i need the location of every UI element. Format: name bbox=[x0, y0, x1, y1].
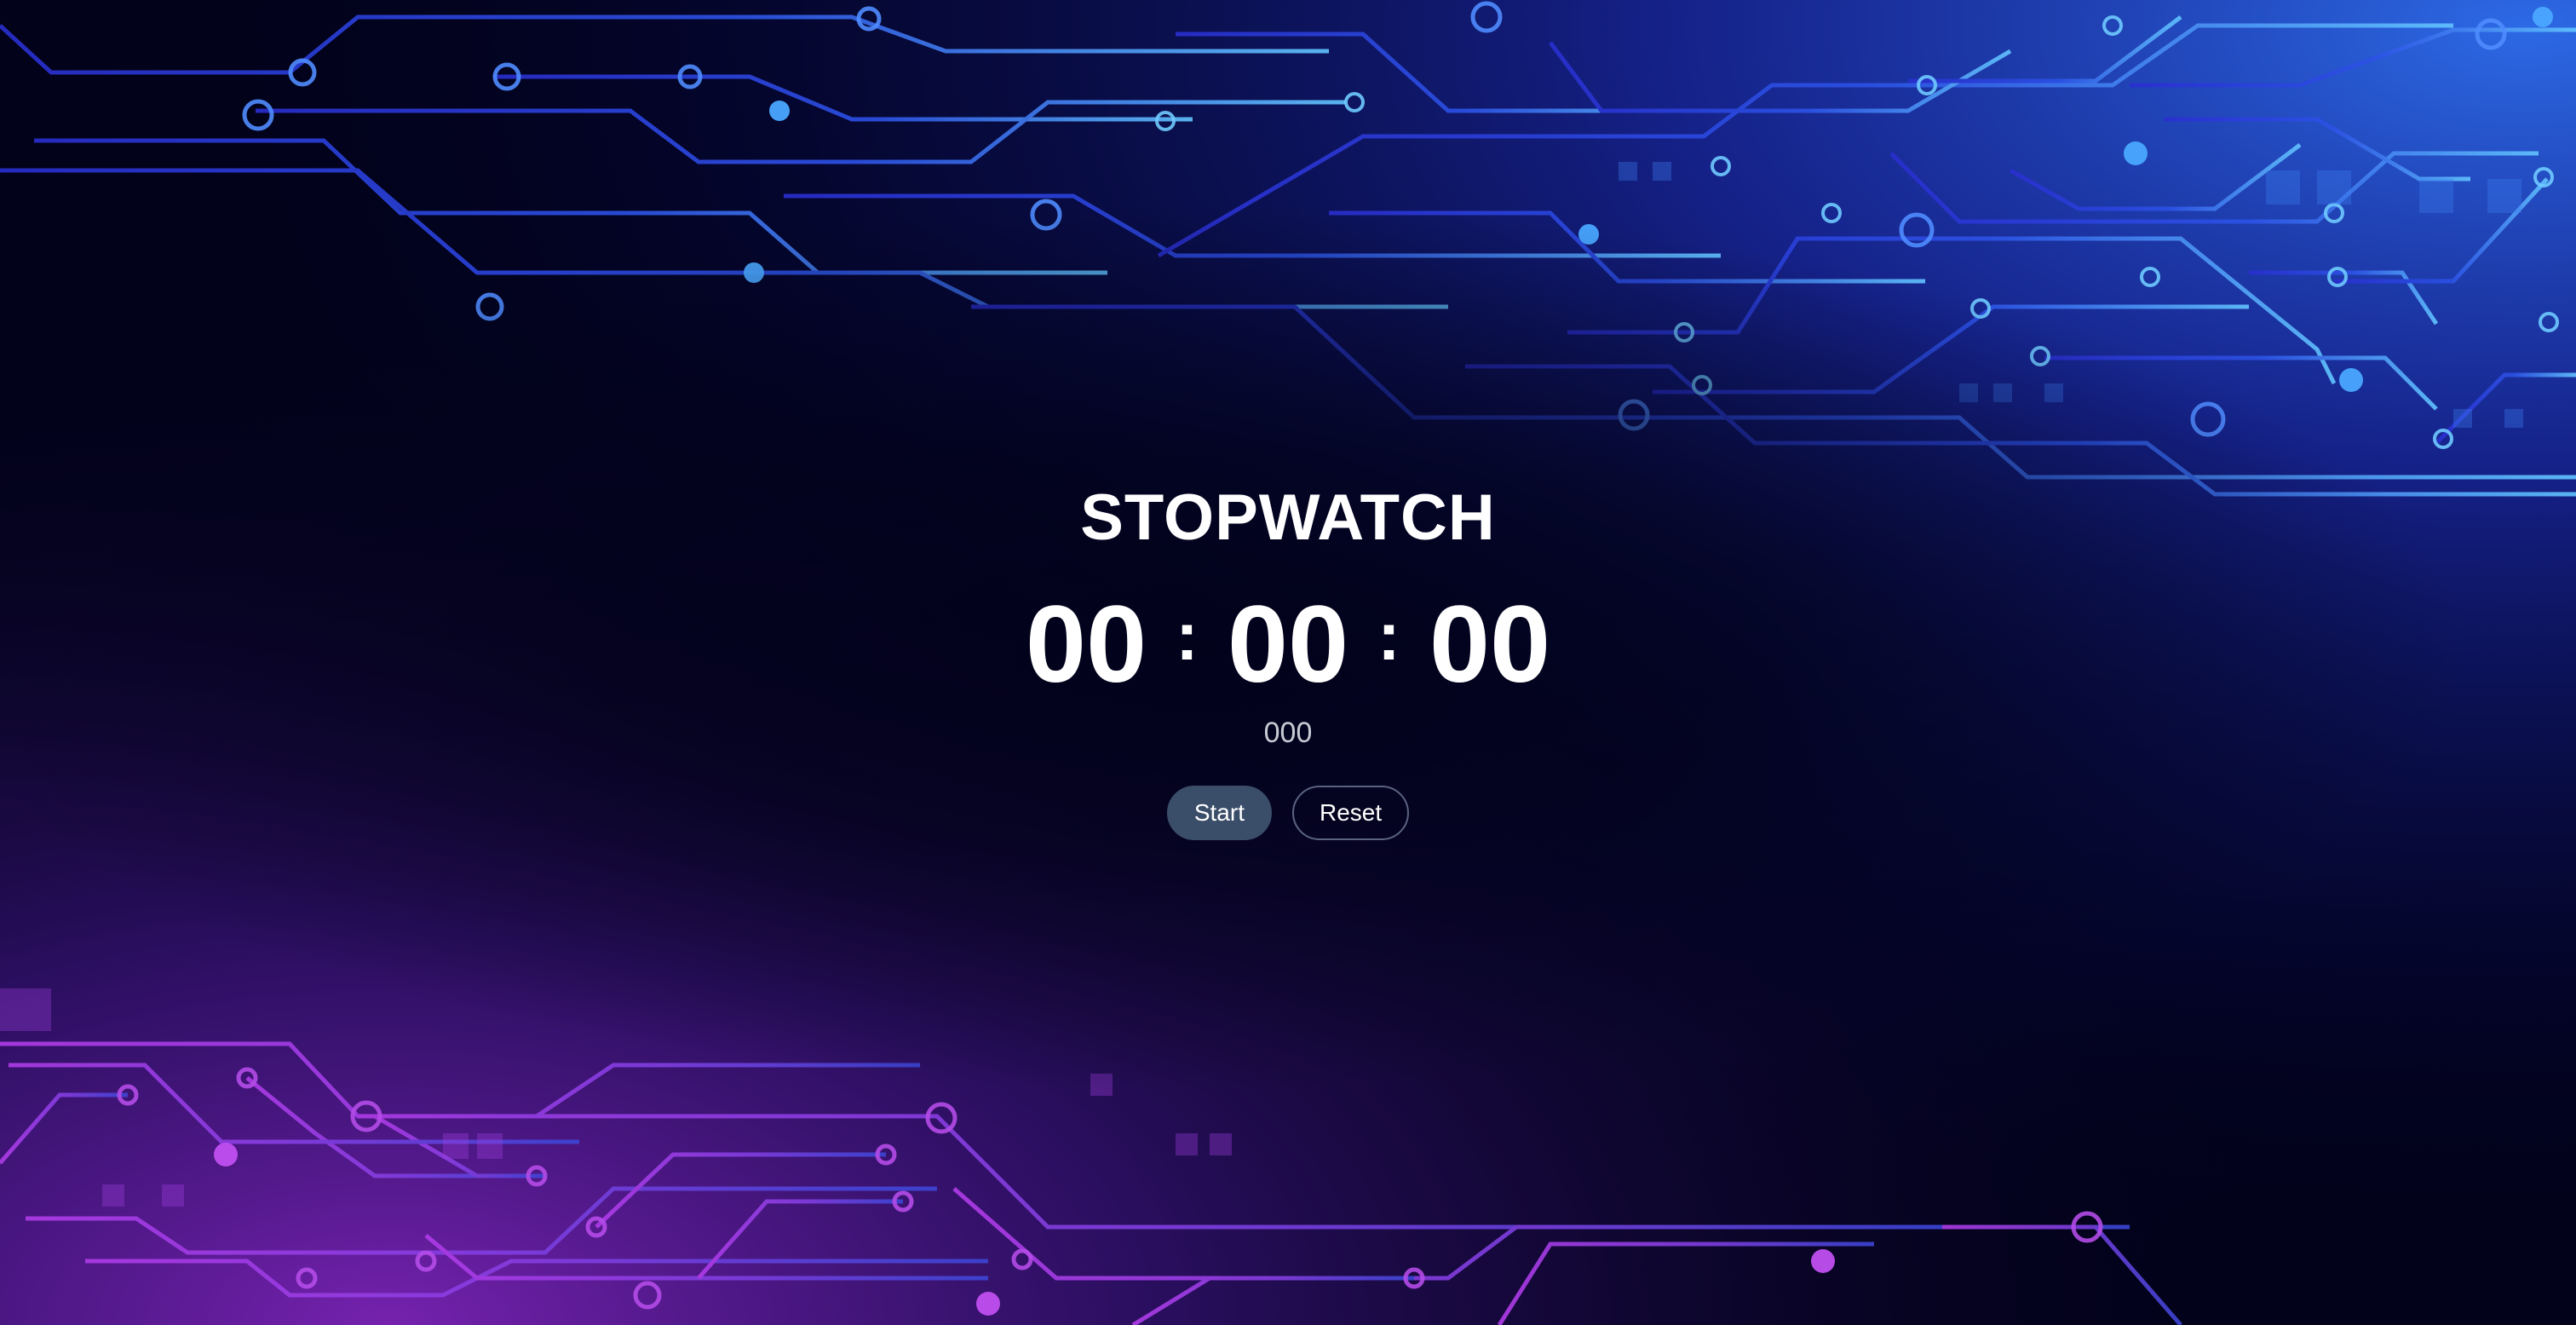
reset-button[interactable]: Reset bbox=[1291, 786, 1410, 840]
hours-value: 00 bbox=[1025, 584, 1147, 706]
seconds-value: 00 bbox=[1429, 584, 1551, 706]
time-separator: : bbox=[1176, 598, 1199, 674]
controls: Start Reset bbox=[0, 786, 2576, 840]
start-button[interactable]: Start bbox=[1166, 786, 1272, 840]
page-title: STOPWATCH bbox=[1080, 481, 1496, 554]
time-separator: : bbox=[1377, 598, 1400, 674]
milliseconds-value: 000 bbox=[1263, 717, 1313, 749]
time-display: 00 : 00 : 00 bbox=[0, 581, 2576, 709]
minutes-value: 00 bbox=[1227, 584, 1349, 706]
stopwatch-panel: STOPWATCH 00 : 00 : 00 000 Start Reset bbox=[0, 467, 2576, 840]
